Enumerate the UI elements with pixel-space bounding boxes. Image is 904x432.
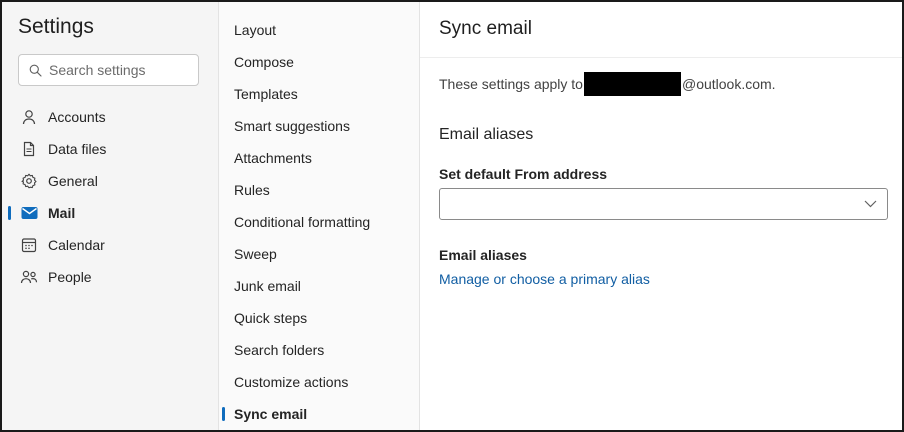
subnav-item-sync-email[interactable]: Sync email — [219, 398, 421, 430]
subnav-item-smart-suggestions[interactable]: Smart suggestions — [219, 110, 421, 142]
default-from-dropdown[interactable] — [439, 188, 888, 220]
apply-prefix-text: These settings apply to — [439, 76, 583, 92]
gear-icon — [20, 172, 38, 190]
nav-item-people[interactable]: People — [2, 261, 218, 293]
settings-nav: Accounts Data files General Mail Calenda… — [2, 101, 218, 293]
subnav-item-junk-email[interactable]: Junk email — [219, 270, 421, 302]
apply-suffix-text: @outlook.com. — [681, 76, 776, 92]
nav-label: General — [48, 173, 98, 189]
subnav-item-customize-actions[interactable]: Customize actions — [219, 366, 421, 398]
nav-item-general[interactable]: General — [2, 165, 218, 197]
subnav-item-sweep[interactable]: Sweep — [219, 238, 421, 270]
redacted-email-block — [583, 72, 681, 96]
subnav-item-layout[interactable]: Layout — [219, 14, 421, 46]
search-input[interactable] — [49, 62, 189, 78]
default-from-label: Set default From address — [439, 166, 608, 182]
account-info: These settings apply to @outlook.com. — [439, 72, 776, 96]
nav-label: Mail — [48, 205, 76, 221]
nav-label: Calendar — [48, 237, 105, 253]
subnav-item-conditional-formatting[interactable]: Conditional formatting — [219, 206, 421, 238]
search-icon — [29, 64, 42, 77]
person-icon — [20, 108, 38, 126]
manage-aliases-link[interactable]: Manage or choose a primary alias — [439, 271, 650, 287]
mail-settings-list: Layout Compose Templates Smart suggestio… — [219, 14, 421, 430]
subnav-item-compose[interactable]: Compose — [219, 46, 421, 78]
email-aliases-label: Email aliases — [439, 247, 527, 263]
subnav-item-search-folders[interactable]: Search folders — [219, 334, 421, 366]
subnav-item-rules[interactable]: Rules — [219, 174, 421, 206]
nav-item-mail[interactable]: Mail — [2, 197, 218, 229]
content-pane: Sync email These settings apply to @outl… — [420, 2, 902, 430]
settings-sidebar: Settings Accounts Data files — [2, 2, 218, 430]
document-icon — [20, 140, 38, 158]
nav-label: People — [48, 269, 92, 285]
page-title: Sync email — [439, 18, 532, 39]
people-icon — [20, 268, 38, 286]
settings-title: Settings — [18, 15, 94, 38]
chevron-down-icon — [863, 197, 877, 211]
nav-item-calendar[interactable]: Calendar — [2, 229, 218, 261]
active-indicator — [8, 206, 11, 220]
active-indicator — [222, 407, 225, 421]
subnav-item-quick-steps[interactable]: Quick steps — [219, 302, 421, 334]
mail-settings-nav: Layout Compose Templates Smart suggestio… — [218, 2, 421, 430]
calendar-icon — [20, 236, 38, 254]
nav-label: Data files — [48, 141, 107, 157]
subnav-item-attachments[interactable]: Attachments — [219, 142, 421, 174]
subnav-label: Sync email — [234, 406, 308, 422]
nav-label: Accounts — [48, 109, 106, 125]
subnav-item-templates[interactable]: Templates — [219, 78, 421, 110]
section-heading: Email aliases — [439, 126, 534, 143]
nav-item-data-files[interactable]: Data files — [2, 133, 218, 165]
search-box[interactable] — [18, 54, 199, 86]
page-header: Sync email — [420, 2, 902, 58]
mail-icon — [20, 204, 38, 222]
nav-item-accounts[interactable]: Accounts — [2, 101, 218, 133]
settings-window: Settings Accounts Data files — [0, 0, 904, 432]
